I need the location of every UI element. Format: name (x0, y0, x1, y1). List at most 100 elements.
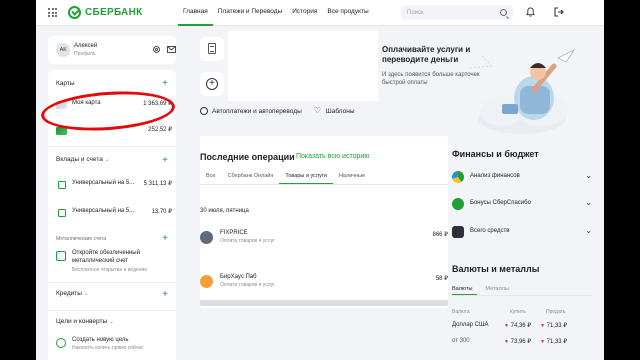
chevron-down-icon: ⌄ (585, 226, 592, 235)
currency-tabs: Валюты Металлы (452, 284, 592, 296)
down-arrow-icon: ▼ (504, 323, 509, 329)
profile-name: Алексей (74, 43, 98, 49)
search-icon (500, 9, 507, 16)
add-card-button[interactable]: + (162, 79, 168, 89)
total-funds-item[interactable]: Всего средств ⌄ (452, 225, 592, 241)
tab-currencies[interactable]: Валюты (452, 284, 478, 295)
profile-card[interactable]: АК Алексей Профиль (48, 36, 176, 64)
deposit-row[interactable]: Универсальный на 5... 13,70 ₽ (56, 206, 172, 222)
nav-payments[interactable]: Платежи и Переводы (213, 0, 287, 26)
finance-title: Финансы и бюджет (452, 149, 539, 159)
mail-icon[interactable] (167, 46, 176, 53)
add-quick-payment-button[interactable] (200, 37, 224, 61)
metal-section-title: Металлические счета (56, 236, 107, 242)
chevron-down-icon: ⌄ (585, 171, 592, 180)
bell-icon[interactable] (526, 7, 535, 17)
nav-home[interactable]: Главная (178, 0, 213, 26)
goals-section-title[interactable]: Цели и конверты ⌄ (56, 318, 114, 325)
currency-title: Валюты и металлы (452, 264, 540, 274)
currency-col-header: Валюта (452, 309, 470, 315)
nav-history[interactable]: История (287, 0, 322, 26)
heart-icon: ♡ (313, 106, 321, 115)
new-goal-text[interactable]: Создать новую цель (72, 336, 162, 344)
search-input[interactable]: Поиск (401, 5, 513, 20)
cards-section-title[interactable]: Карты (56, 80, 75, 87)
currency-tier: от 300 (452, 338, 470, 344)
operations-date: 30 июля, пятница (200, 208, 249, 214)
apps-grid-icon[interactable] (48, 8, 57, 17)
shop-icon (200, 231, 213, 244)
operation-amount: 866 ₽ (432, 232, 449, 238)
tab-goods-services[interactable]: Товары и услуги (279, 170, 333, 184)
currency-name[interactable]: Доллар США (452, 322, 489, 328)
deposit-row[interactable]: Универсальный на 5... 5 311,13 ₽ (56, 178, 172, 194)
tab-sberbank-online[interactable]: Сбербанк Онлайн (221, 170, 279, 184)
sell-value: 71,33 ₽ (546, 323, 568, 329)
person-illustration (469, 48, 576, 134)
gear-icon[interactable] (152, 45, 161, 54)
document-icon (208, 43, 216, 54)
wallet-icon (452, 226, 464, 238)
divider (48, 282, 176, 283)
pie-chart-icon (452, 171, 464, 183)
operations-panel: Последние операции Показать всю историю … (200, 136, 448, 308)
tab-metals[interactable]: Металлы (485, 284, 513, 295)
deposit-icon (58, 181, 66, 189)
autopay-label: Автоплатежи и автопереводы (212, 107, 302, 115)
add-metal-button[interactable]: + (162, 234, 168, 244)
currency-buy: ▼ 73,96 ₽ (504, 338, 531, 345)
quick-links: Автоплатежи и автопереводы ♡ Шаблоны (200, 107, 355, 115)
sell-value: 71,33 ₽ (546, 339, 568, 345)
chevron-down-icon: ⌄ (83, 291, 89, 297)
deposit-balance: 5 311,13 ₽ (143, 181, 172, 187)
tab-all[interactable]: Все (200, 170, 221, 184)
logo[interactable]: СБЕРБАНК (68, 6, 143, 19)
metal-promo-text[interactable]: Откройте обезличенный металлический счет (72, 249, 162, 265)
chevron-down-icon: ⌄ (108, 319, 114, 325)
avatar[interactable]: АК (56, 43, 70, 57)
operation-row[interactable]: FIXPRICE Оплата товаров и услуг 866 ₽ (200, 229, 448, 249)
divider (48, 146, 176, 147)
chevron-down-icon: ⌄ (104, 157, 110, 163)
operations-tabs: Все Сбербанк Онлайн Товары и услуги Нали… (200, 170, 448, 185)
tab-cash[interactable]: Наличные (333, 170, 371, 184)
operation-type: Оплата товаров и услуг (220, 282, 275, 288)
bonus-icon (452, 198, 464, 210)
metal-promo-sub: Бесплатное открытие и ведение (72, 267, 148, 273)
credits-section-title[interactable]: Кредиты ⌄ (56, 290, 89, 297)
operation-row[interactable]: БирХаус Паб Оплата товаров и услуг 58 ₽ (200, 273, 448, 293)
finance-analysis-item[interactable]: Анализ финансов ⌄ (452, 170, 592, 186)
deposit-label: Универсальный на 5... (72, 208, 135, 214)
goals-title-text: Цели и конверты (56, 318, 108, 325)
buy-value: 73,96 ₽ (510, 339, 532, 345)
down-arrow-icon: ▼ (504, 339, 509, 345)
deposit-balance: 13,70 ₽ (151, 209, 173, 215)
search-placeholder: Поиск (407, 9, 424, 16)
sberspasibo-item[interactable]: Бонусы СберСпасибо ⌄ (452, 197, 592, 213)
top-bar: СБЕРБАНК Главная Платежи и Переводы Исто… (36, 0, 604, 26)
deposit-label: Универсальный на 5... (72, 180, 135, 186)
add-credit-button[interactable]: + (162, 290, 168, 300)
new-goal-sub: Накопить копить прямо сейчас (72, 345, 144, 351)
nav-products[interactable]: Все продукты (322, 0, 373, 26)
autopay-link[interactable]: Автоплатежи и автопереводы (200, 107, 302, 115)
logout-icon[interactable] (554, 7, 564, 17)
sell-col-header: Продать (546, 309, 566, 315)
deposits-section-title[interactable]: Вклады и счета ⌄ (56, 156, 110, 163)
goal-icon (56, 338, 66, 348)
operation-amount: 58 ₽ (435, 276, 448, 282)
add-shortcut-button[interactable]: + (200, 72, 224, 96)
buy-col-header: Купить (510, 309, 526, 315)
show-history-link[interactable]: Показать всю историю (296, 153, 370, 160)
buy-value: 74,36 ₽ (510, 323, 532, 329)
sber-logo-icon (68, 6, 81, 19)
operation-name: FIXPRICE (220, 230, 248, 236)
add-deposit-button[interactable]: + (162, 156, 168, 166)
horizontal-scrollbar[interactable] (200, 300, 448, 306)
metal-icon (56, 251, 66, 261)
app-window: СБЕРБАНК Главная Платежи и Переводы Исто… (36, 0, 604, 360)
chevron-down-icon: ⌄ (585, 198, 592, 207)
operations-title: Последние операции (200, 152, 295, 162)
currency-sell: ▼ 71,33 ₽ (540, 322, 567, 329)
templates-link[interactable]: ♡ Шаблоны (314, 107, 355, 115)
